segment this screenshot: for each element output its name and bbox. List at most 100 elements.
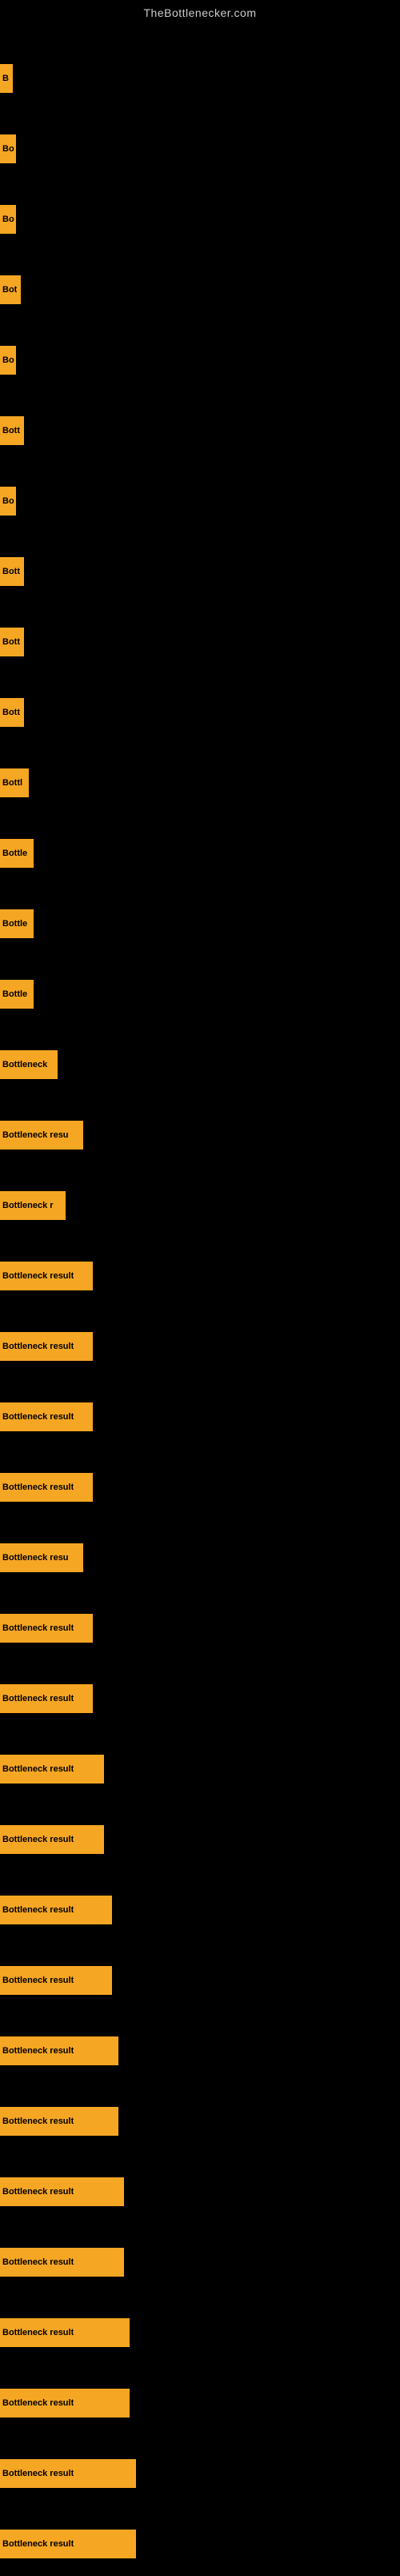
bar: Bottleneck result <box>0 1896 112 1924</box>
bar-row: Bottleneck resu <box>0 1103 400 1167</box>
bar-row: Bottleneck result <box>0 2371 400 2435</box>
bar: Bott <box>0 698 24 727</box>
bar-row: Bottleneck result <box>0 2019 400 2083</box>
bar-row: Bo <box>0 469 400 533</box>
bar: Bottleneck result <box>0 1966 112 1995</box>
bar-label: Bottleneck result <box>2 2469 74 2478</box>
bar-label: Bo <box>2 144 14 154</box>
bar-label: Bott <box>2 637 20 647</box>
bar-label: Bott <box>2 426 20 435</box>
bar: Bottleneck result <box>0 1684 93 1713</box>
bar-label: Bottleneck result <box>2 2117 74 2126</box>
bar-label: Bottle <box>2 989 27 999</box>
bar: Bottleneck resu <box>0 1543 83 1572</box>
bar-label: Bo <box>2 355 14 365</box>
bar: Bo <box>0 205 16 234</box>
bar: Bottleneck result <box>0 1825 104 1854</box>
bar: Bottleneck result <box>0 1262 93 1290</box>
bar-row: Bottleneck result <box>0 1314 400 1378</box>
bar-label: Bottleneck r <box>2 1201 54 1210</box>
bar: B <box>0 64 13 93</box>
bar-label: Bottleneck result <box>2 2187 74 2197</box>
bar-label: Bottleneck result <box>2 1905 74 1915</box>
bar-label: Bottleneck <box>2 1060 47 1069</box>
bar: Bottleneck result <box>0 2318 130 2347</box>
bar-label: Bottl <box>2 778 22 788</box>
bar: Bottleneck resu <box>0 1121 83 1150</box>
bar: Bo <box>0 134 16 163</box>
bar-row: Bottl <box>0 751 400 815</box>
bar-label: Bo <box>2 496 14 506</box>
bar: Bottleneck result <box>0 1755 104 1784</box>
bar-label: Bottleneck result <box>2 2257 74 2267</box>
bar-row: Bott <box>0 540 400 604</box>
bar-label: Bottleneck result <box>2 1271 74 1281</box>
bar-row: Bottleneck result <box>0 2230 400 2294</box>
bar-label: Bottleneck result <box>2 1835 74 1844</box>
bar-row: Bottleneck result <box>0 2089 400 2153</box>
bar: Bottleneck result <box>0 1614 93 1643</box>
bar-row: Bottleneck resu <box>0 1526 400 1590</box>
bar: Bott <box>0 557 24 586</box>
bar-row: Bott <box>0 680 400 744</box>
bar-label: Bottleneck result <box>2 1976 74 1985</box>
bar: Bottl <box>0 768 29 797</box>
bar-label: Bottleneck result <box>2 2328 74 2337</box>
bar: Bottleneck result <box>0 2248 124 2277</box>
bar: Bottleneck result <box>0 1402 93 1431</box>
bar-label: Bottleneck result <box>2 1623 74 1633</box>
bar-row: Bottleneck result <box>0 1596 400 1660</box>
site-title: TheBottlenecker.com <box>0 0 400 22</box>
bar-row: Bottleneck result <box>0 1948 400 2012</box>
bar-row: Bottleneck result <box>0 1244 400 1308</box>
bar-row: Bottleneck result <box>0 2301 400 2365</box>
bar: Bott <box>0 416 24 445</box>
bar-row: Bo <box>0 187 400 251</box>
bar-label: Bottleneck result <box>2 2398 74 2408</box>
bar-row: Bottleneck result <box>0 1667 400 1731</box>
bar: Bo <box>0 487 16 516</box>
bar-row: Bo <box>0 117 400 181</box>
bar-label: Bott <box>2 708 20 717</box>
bar-row: Bottle <box>0 821 400 885</box>
bar-label: Bottleneck result <box>2 2046 74 2056</box>
bar-label: Bottleneck resu <box>2 1553 69 1563</box>
bar: Bottleneck <box>0 1050 58 1079</box>
bar: Bott <box>0 628 24 656</box>
bar-row: Bottleneck result <box>0 1385 400 1449</box>
bar-label: Bott <box>2 567 20 576</box>
bar-label: Bottleneck result <box>2 1342 74 1351</box>
bar-row: Bo <box>0 328 400 392</box>
bar: Bottleneck result <box>0 2389 130 2418</box>
bar-row: Bottleneck result <box>0 1455 400 1519</box>
bar: Bottleneck result <box>0 1473 93 1502</box>
bar-row: Bott <box>0 399 400 463</box>
bar: Bo <box>0 346 16 375</box>
bar-row: Bottle <box>0 892 400 956</box>
bar-row: Bot <box>0 258 400 322</box>
bar-row: Bottleneck result <box>0 1808 400 1872</box>
bar-label: Bottleneck result <box>2 1483 74 1492</box>
bar: Bottleneck result <box>0 2177 124 2206</box>
bar: Bottleneck result <box>0 2459 136 2488</box>
bar-row: Bottle <box>0 962 400 1026</box>
bar-row: Bottleneck <box>0 1033 400 1097</box>
bar-row: B <box>0 46 400 110</box>
bar: Bot <box>0 275 21 304</box>
bar-label: Bottle <box>2 919 27 929</box>
bar-label: Bot <box>2 285 17 295</box>
bar: Bottle <box>0 839 34 868</box>
bar: Bottleneck r <box>0 1191 66 1220</box>
bar-label: Bottleneck result <box>2 1412 74 1422</box>
bar-row: Bott <box>0 610 400 674</box>
bar-row: Bottleneck result <box>0 1878 400 1942</box>
bar-row: Bottleneck result <box>0 1737 400 1801</box>
bar-row: Bottleneck result <box>0 2160 400 2224</box>
bar-label: Bottleneck result <box>2 2539 74 2549</box>
bar-label: Bottleneck result <box>2 1764 74 1774</box>
bar: Bottleneck result <box>0 1332 93 1361</box>
bar: Bottleneck result <box>0 2107 118 2136</box>
bar: Bottle <box>0 909 34 938</box>
bar-label: Bottleneck result <box>2 1694 74 1703</box>
bar-label: Bottleneck resu <box>2 1130 69 1140</box>
